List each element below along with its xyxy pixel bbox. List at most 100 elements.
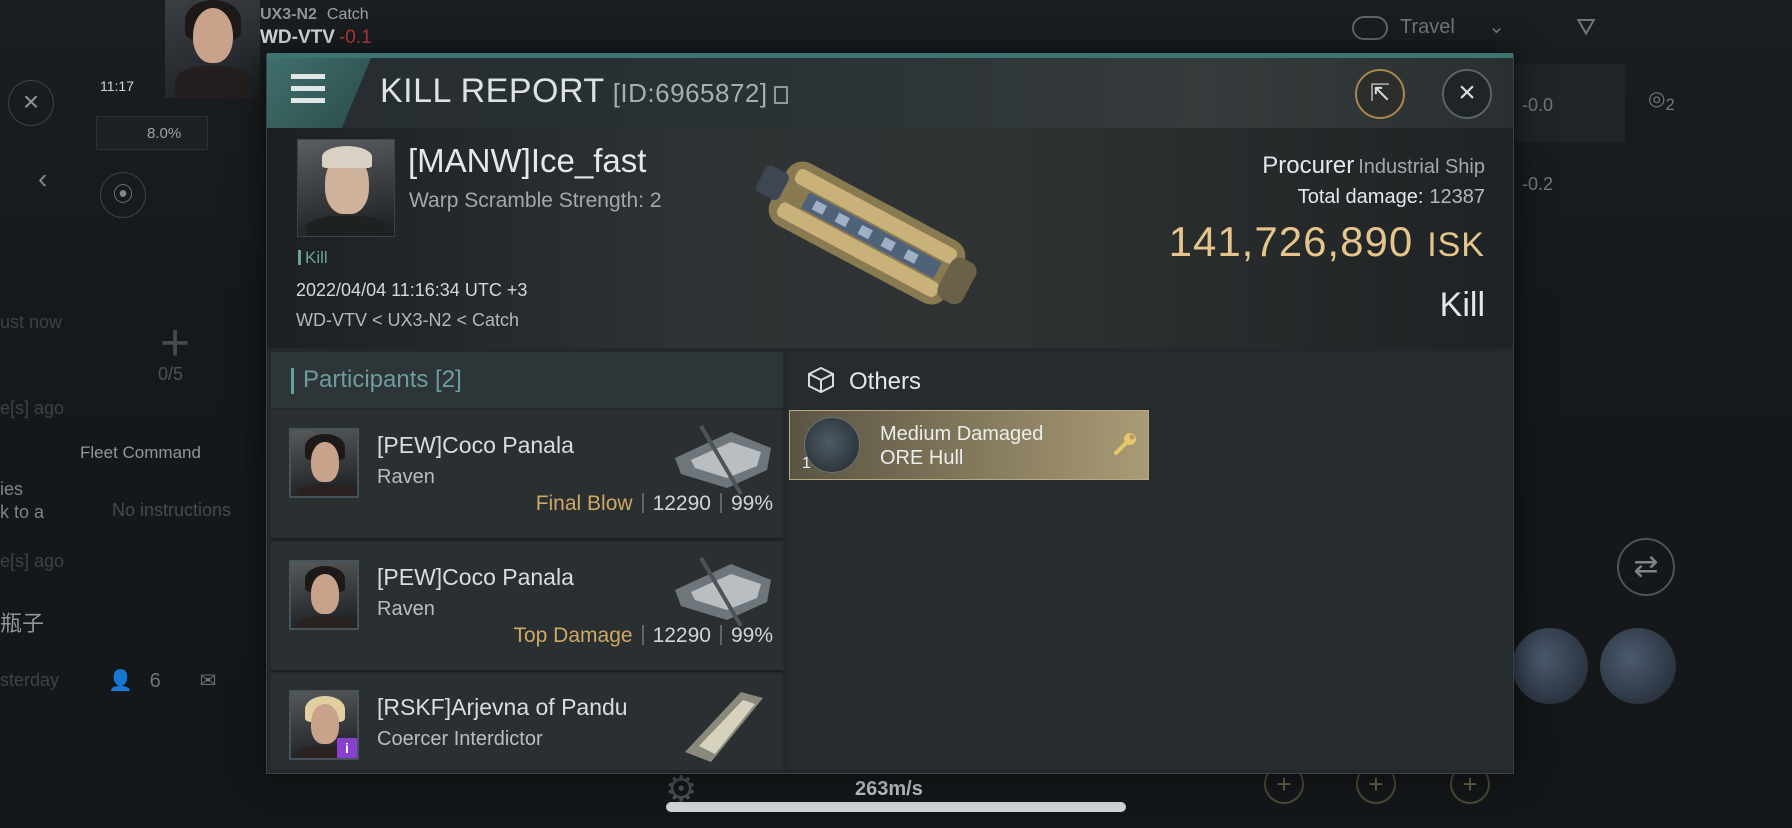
close-button[interactable]: ×	[1442, 69, 1492, 119]
overview-count[interactable]: ◎2	[1648, 86, 1675, 115]
report-header: KILL REPORT [ID:6965872] ⇱ ×	[267, 58, 1513, 128]
chat-timestamp: e[s] ago	[0, 398, 65, 418]
location-region: Catch	[326, 6, 369, 23]
participant-ship-image	[675, 424, 771, 496]
toggle-icon	[1352, 15, 1388, 40]
close-icon: ×	[1458, 76, 1476, 109]
total-damage-value: 12387	[1429, 186, 1485, 208]
info-badge-icon: i	[337, 738, 357, 758]
participant-portrait[interactable]	[289, 560, 359, 630]
member-count[interactable]: 👤 6 ✉	[108, 668, 216, 693]
share-button[interactable]: ⇱	[1355, 69, 1405, 119]
participant-name: [PEW]Coco Panala	[377, 432, 574, 458]
participant-row[interactable]: [PEW]Coco Panala Raven Final Blow 12290 99…	[271, 410, 783, 540]
kill-datetime: 2022/04/04 11:16:34 UTC +3	[296, 280, 528, 300]
victim-portrait[interactable]	[297, 139, 395, 237]
report-title-text: KILL REPORT	[380, 72, 605, 110]
copy-icon[interactable]	[773, 86, 788, 104]
hud-close-icon[interactable]: ×	[8, 80, 54, 126]
others-header: Others	[787, 352, 1511, 408]
total-damage-label: Total damage:	[1297, 186, 1424, 208]
filter-icon[interactable]: ⛛	[1576, 14, 1596, 42]
location-system: UX3-N2	[260, 6, 317, 23]
user-icon: 👤	[108, 670, 133, 692]
current-system-name: WD-VTV	[260, 27, 335, 48]
cargo-percent: 8.0%	[147, 125, 182, 142]
share-icon: ⇱	[1369, 80, 1391, 107]
overview-value: -0.0	[1522, 95, 1554, 115]
kill-tag: Kill	[298, 248, 328, 268]
participant-ship: Raven	[377, 598, 435, 620]
participant-role: Final Blow	[535, 492, 633, 515]
participant-name: [RSKF]Arjevna of Pandu	[377, 694, 628, 720]
swap-icon[interactable]: ⇄	[1617, 538, 1675, 596]
chevron-left-icon[interactable]: ‹	[38, 163, 47, 195]
location-breadcrumb: UX3-N2 Catch	[260, 6, 369, 24]
participant-name: [PEW]Coco Panala	[377, 564, 574, 590]
chat-timestamp: sterday	[0, 670, 60, 690]
travel-toggle[interactable]: Travel ⌄	[1352, 14, 1552, 50]
report-title: KILL REPORT [ID:6965872]	[380, 72, 788, 111]
travel-label: Travel	[1400, 16, 1455, 38]
total-damage: Total damage: 12387	[1298, 186, 1485, 209]
kill-summary: [MANW]Ice_fast Warp Scramble Strength: 2…	[267, 128, 1513, 348]
item-quantity: 1	[802, 455, 811, 472]
item-name: Medium Damaged	[880, 423, 1044, 445]
kill-report-window: KILL REPORT [ID:6965872] ⇱ × [MANW]Ice_fa…	[266, 53, 1514, 774]
participant-stats: Top Damage 12290 99%	[513, 624, 773, 648]
loot-item[interactable]: 1 Medium Damaged ORE Hull	[789, 410, 1149, 480]
current-system[interactable]: WD-VTV -0.1	[260, 27, 372, 49]
kill-location: WD-VTV < UX3-N2 < Catch	[296, 310, 520, 330]
participant-ship-image	[675, 556, 771, 628]
kill-result: Kill	[1439, 286, 1485, 324]
fleet-count: 0/5	[158, 364, 184, 384]
participant-portrait[interactable]: i	[289, 690, 359, 760]
chat-snippet-cjk: 瓶子	[0, 611, 45, 636]
item-name: ORE Hull	[880, 447, 964, 469]
participant-damage: 12290	[652, 492, 711, 515]
speed-readout: 263m/s	[855, 778, 923, 800]
participant-role: Top Damage	[513, 624, 633, 647]
home-indicator[interactable]	[666, 802, 1126, 812]
isk-unit: ISK	[1427, 226, 1485, 264]
menu-button[interactable]	[267, 58, 371, 128]
participant-ship: Coercer Interdictor	[377, 728, 543, 750]
others-title: Others	[849, 368, 922, 395]
item-icon	[804, 417, 860, 473]
participant-row[interactable]: [PEW]Coco Panala Raven Top Damage 12290 99…	[271, 542, 783, 672]
cargo-indicator[interactable]: 8.0%	[96, 116, 208, 150]
add-fleet-icon[interactable]: +	[150, 317, 200, 369]
others-panel: Others 1 Medium Damaged ORE Hull	[787, 352, 1511, 770]
module-orb[interactable]	[1512, 628, 1588, 704]
chat-timestamp: ust now	[0, 312, 63, 332]
clock: 11:17	[100, 78, 134, 94]
victim-name[interactable]: [MANW]Ice_fast	[408, 142, 646, 180]
isk-amount: 141,726,890	[1168, 218, 1414, 265]
isk-value: 141,726,890 ISK	[1169, 218, 1485, 266]
chat-timestamp: e[s] ago	[0, 551, 65, 571]
fleet-command-label[interactable]: Fleet Command	[80, 443, 201, 463]
cube-icon	[808, 366, 834, 394]
overview-count-value: 2	[1665, 95, 1675, 114]
pilot-portrait[interactable]	[165, 0, 260, 98]
victim-ship-image	[756, 161, 977, 305]
chat-icon: ◎	[1648, 88, 1666, 110]
participant-percent: 99%	[730, 624, 773, 647]
module-orb[interactable]	[1600, 628, 1676, 704]
participant-stats: Final Blow 12290 99%	[536, 492, 773, 516]
participant-ship: Raven	[377, 466, 435, 488]
no-instructions-label: No instructions	[112, 500, 232, 520]
participant-damage: 12290	[652, 624, 711, 647]
hamburger-icon	[291, 74, 325, 79]
ship-name[interactable]: Procurer Industrial Ship	[1262, 152, 1485, 180]
mail-icon[interactable]: ✉	[200, 670, 217, 692]
map-pin-icon[interactable]: ⦿	[100, 172, 146, 218]
warp-scramble-strength: Warp Scramble Strength: 2	[409, 189, 662, 212]
ship-class: Industrial Ship	[1358, 156, 1485, 178]
participant-portrait[interactable]	[289, 428, 359, 498]
ship-type: Procurer	[1262, 152, 1355, 179]
member-count-value: 6	[149, 670, 161, 692]
participants-header: Participants [2]	[271, 352, 783, 408]
participant-row[interactable]: i [RSKF]Arjevna of Pandu Coercer Interdi…	[271, 674, 783, 770]
participant-percent: 99%	[730, 492, 773, 515]
